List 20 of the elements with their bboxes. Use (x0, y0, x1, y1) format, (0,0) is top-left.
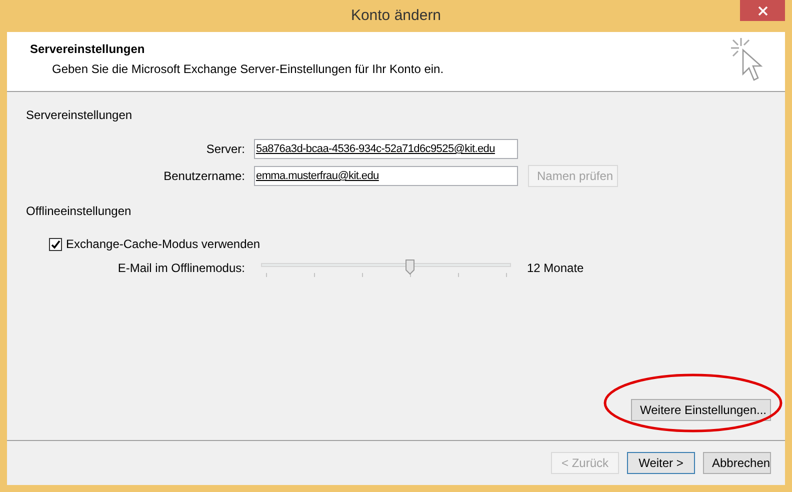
field-label: Benutzername: (162, 168, 246, 185)
header-subtitle: Geben Sie die Microsoft Exchange Server-Einstellungen für Ihr Konto ein. (51, 61, 444, 78)
dialog-button[interactable]: Weiter > (627, 452, 695, 474)
more-settings-button[interactable]: Weitere Einstellungen... (631, 399, 771, 421)
section-title: Servereinstellungen (26, 107, 134, 124)
checkbox-label: Exchange-Cache-Modus verwenden (66, 236, 260, 253)
section-title: Offlineeinstellungen (26, 203, 132, 220)
slider-reading: 12 Monate (527, 260, 584, 277)
window-title: Konto ändern (350, 6, 442, 26)
input-field[interactable]: 5a876a3d-bcaa-4536-934c-52a71d6c9525@kit.edu (254, 139, 518, 159)
header-title: Servereinstellungen (30, 41, 146, 58)
checkbox[interactable] (49, 238, 62, 250)
cursor-click-icon (729, 36, 765, 82)
input-field[interactable]: emma.musterfrau@kit.edu (254, 166, 518, 186)
slider-label: E-Mail im Offlinemodus: (116, 260, 246, 277)
dialog-button[interactable]: Abbrechen (703, 452, 771, 474)
slider-thumb[interactable] (405, 259, 415, 275)
field-label: Server: (205, 141, 246, 158)
close-icon (758, 6, 768, 16)
close-button[interactable] (740, 0, 785, 21)
